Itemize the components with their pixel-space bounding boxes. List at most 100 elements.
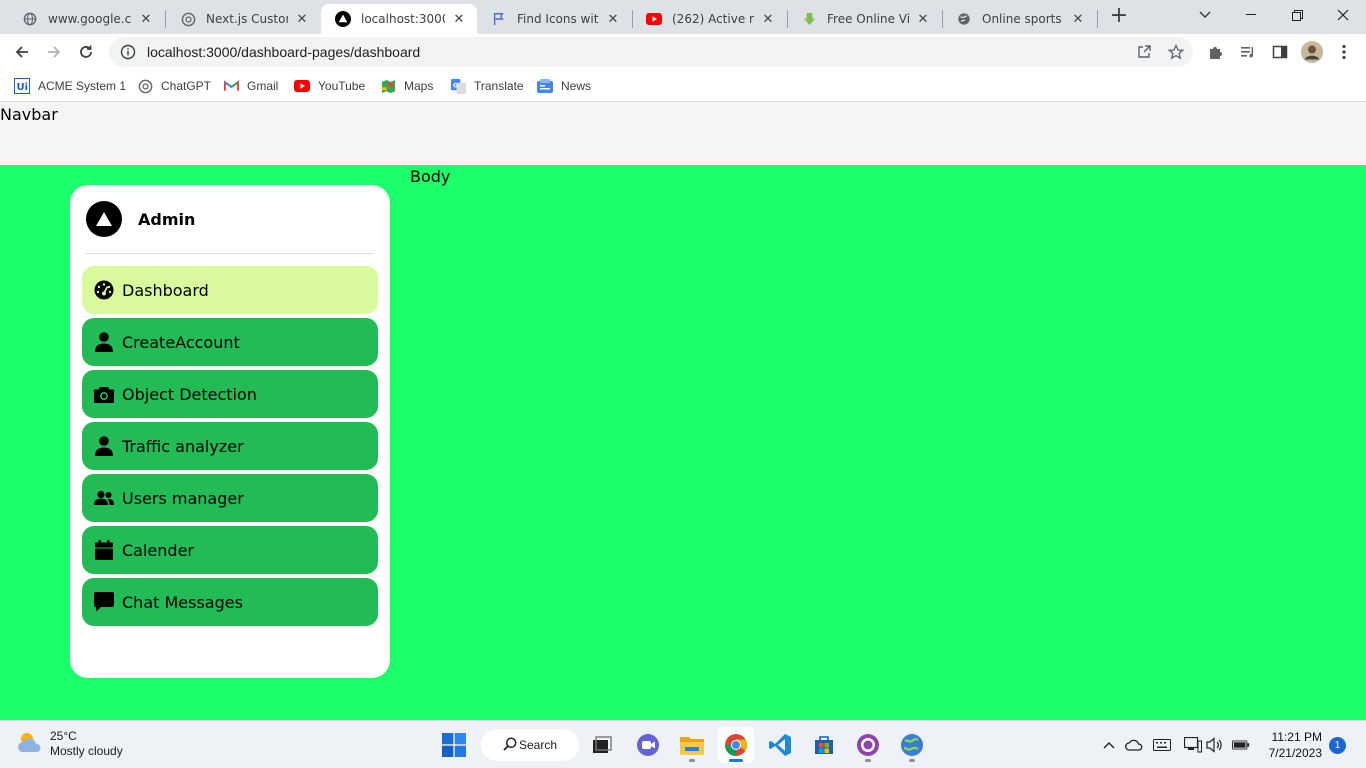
tab-title: Free Online Video <box>827 12 909 26</box>
running-indicator <box>689 759 695 762</box>
sidebar-item-object-detection[interactable]: Object Detection <box>82 370 378 418</box>
bookmark-star-icon[interactable] <box>1167 43 1185 61</box>
sidebar-item-dashboard[interactable]: Dashboard <box>82 266 378 314</box>
windows-start-icon[interactable] <box>436 727 472 763</box>
address-bar[interactable]: localhost:3000/dashboard-pages/dashboard <box>109 37 1193 67</box>
sidebar-item-label: Dashboard <box>122 280 209 300</box>
side-panel-icon[interactable] <box>1266 38 1294 66</box>
sidebar-item-traffic-analyzer[interactable]: Traffic analyzer <box>82 422 378 470</box>
close-window-button[interactable] <box>1320 0 1366 30</box>
sidebar-item-createaccount[interactable]: CreateAccount <box>82 318 378 366</box>
svg-text:G: G <box>452 81 457 89</box>
close-tab-icon[interactable]: ✕ <box>1070 11 1086 27</box>
new-tab-button[interactable]: + <box>1108 5 1130 28</box>
bookmark-item[interactable]: News <box>537 76 591 96</box>
github-desktop-icon[interactable] <box>850 727 886 763</box>
bookmark-label: ChatGPT <box>161 79 212 93</box>
browser-tab[interactable]: Find Icons with th ✕ <box>477 4 631 34</box>
extensions-puzzle-icon[interactable] <box>1202 38 1230 66</box>
bookmark-item[interactable]: Maps <box>380 76 433 96</box>
minimize-button[interactable] <box>1228 0 1274 30</box>
body-label: Body <box>410 167 451 186</box>
browser-tab[interactable]: (262) Active nav l ✕ <box>632 4 786 34</box>
restore-button[interactable] <box>1274 0 1320 30</box>
tab-title: Find Icons with th <box>517 12 599 26</box>
sidebar-item-users-manager[interactable]: Users manager <box>82 474 378 522</box>
close-tab-icon[interactable]: ✕ <box>451 11 467 27</box>
close-tab-icon[interactable]: ✕ <box>760 11 776 27</box>
keyboard-icon[interactable] <box>1153 736 1171 754</box>
svg-text:Ui: Ui <box>17 82 29 93</box>
weather-widget[interactable]: 25°C Mostly cloudy <box>16 729 123 759</box>
chrome-icon[interactable] <box>718 727 754 763</box>
bookmark-item[interactable]: YouTube <box>294 76 365 96</box>
media-queue-icon[interactable] <box>1234 38 1262 66</box>
sidebar-item-calender[interactable]: Calender <box>82 526 378 574</box>
close-tab-icon[interactable]: ✕ <box>915 11 931 27</box>
browser-tab[interactable]: Free Online Video ✕ <box>787 4 941 34</box>
browser-tab[interactable]: Online sports bet ✕ <box>942 4 1096 34</box>
bookmark-item[interactable]: Gmail <box>223 76 278 96</box>
sidebar-title: Admin <box>138 209 196 229</box>
vscode-icon[interactable] <box>762 727 798 763</box>
task-view-icon[interactable] <box>584 727 620 763</box>
site-info-icon[interactable] <box>119 43 137 61</box>
battery-icon[interactable] <box>1232 736 1250 754</box>
globe-app-icon[interactable] <box>894 727 930 763</box>
network-icon[interactable] <box>1184 736 1202 754</box>
dashboard-gauge-icon <box>94 280 114 300</box>
cloudy-weather-icon <box>16 729 44 759</box>
teams-chat-icon[interactable] <box>630 727 666 763</box>
sidebar-header: Admin <box>86 201 195 237</box>
sidebar: Admin Dashboard CreateAccount Object Det… <box>70 185 390 678</box>
chevron-up-icon[interactable] <box>1100 736 1118 754</box>
camera-icon <box>94 384 114 404</box>
browser-menu-icon[interactable] <box>1330 38 1358 66</box>
tab-separator <box>1097 10 1098 28</box>
tab-title: Online sports bet <box>982 12 1064 26</box>
tab-title: localhost:3000/da <box>361 12 445 26</box>
close-tab-icon[interactable]: ✕ <box>294 11 310 27</box>
search-icon <box>503 737 517 754</box>
bookmark-label: Maps <box>404 79 434 93</box>
taskbar-search[interactable]: Search <box>481 729 579 761</box>
openai-icon <box>137 78 153 94</box>
globe-icon <box>22 11 38 27</box>
forward-icon[interactable] <box>40 38 68 66</box>
notification-badge[interactable]: 1 <box>1329 737 1346 754</box>
triangle-logo-icon <box>86 201 122 237</box>
youtube-icon <box>646 11 662 27</box>
sidebar-divider <box>86 253 374 254</box>
tab-search-chevron-icon[interactable] <box>1182 0 1228 30</box>
bookmark-label: ACME System 1 <box>38 79 127 93</box>
browser-tab[interactable]: www.google.com ✕ <box>8 4 164 34</box>
taskbar-clock[interactable]: 11:21 PM 7/21/2023 <box>1262 729 1322 761</box>
close-tab-icon[interactable]: ✕ <box>138 11 154 27</box>
bookmark-item[interactable]: Ui ACME System 1 <box>14 76 126 96</box>
bookmark-item[interactable]: ChatGPT <box>137 76 211 96</box>
file-explorer-icon[interactable] <box>674 727 710 763</box>
globe-icon <box>956 11 972 27</box>
user-icon <box>94 332 114 352</box>
user-icon <box>94 436 114 456</box>
browser-tab[interactable]: Next.js Custom 4( ✕ <box>166 4 320 34</box>
onedrive-cloud-icon[interactable] <box>1125 736 1143 754</box>
search-label: Search <box>519 738 558 752</box>
sidebar-item-label: Traffic analyzer <box>122 436 244 456</box>
profile-avatar-icon[interactable] <box>1298 38 1326 66</box>
weather-condition: Mostly cloudy <box>50 744 123 758</box>
microsoft-store-icon[interactable] <box>806 727 842 763</box>
bookmark-item[interactable]: G Translate <box>450 76 524 96</box>
volume-icon[interactable] <box>1206 736 1224 754</box>
browser-tab-strip: www.google.com ✕ Next.js Custom 4( ✕ loc… <box>0 0 1366 34</box>
share-icon[interactable] <box>1135 43 1153 61</box>
reload-icon[interactable] <box>72 38 100 66</box>
close-tab-icon[interactable]: ✕ <box>605 11 621 27</box>
tab-title: Next.js Custom 4( <box>206 12 288 26</box>
tab-title: www.google.com <box>48 12 132 26</box>
back-icon[interactable] <box>8 38 36 66</box>
browser-tab-active[interactable]: localhost:3000/da ✕ <box>321 4 477 34</box>
sidebar-item-chat-messages[interactable]: Chat Messages <box>82 578 378 626</box>
running-indicator <box>729 759 743 762</box>
bookmark-label: Translate <box>474 79 524 93</box>
